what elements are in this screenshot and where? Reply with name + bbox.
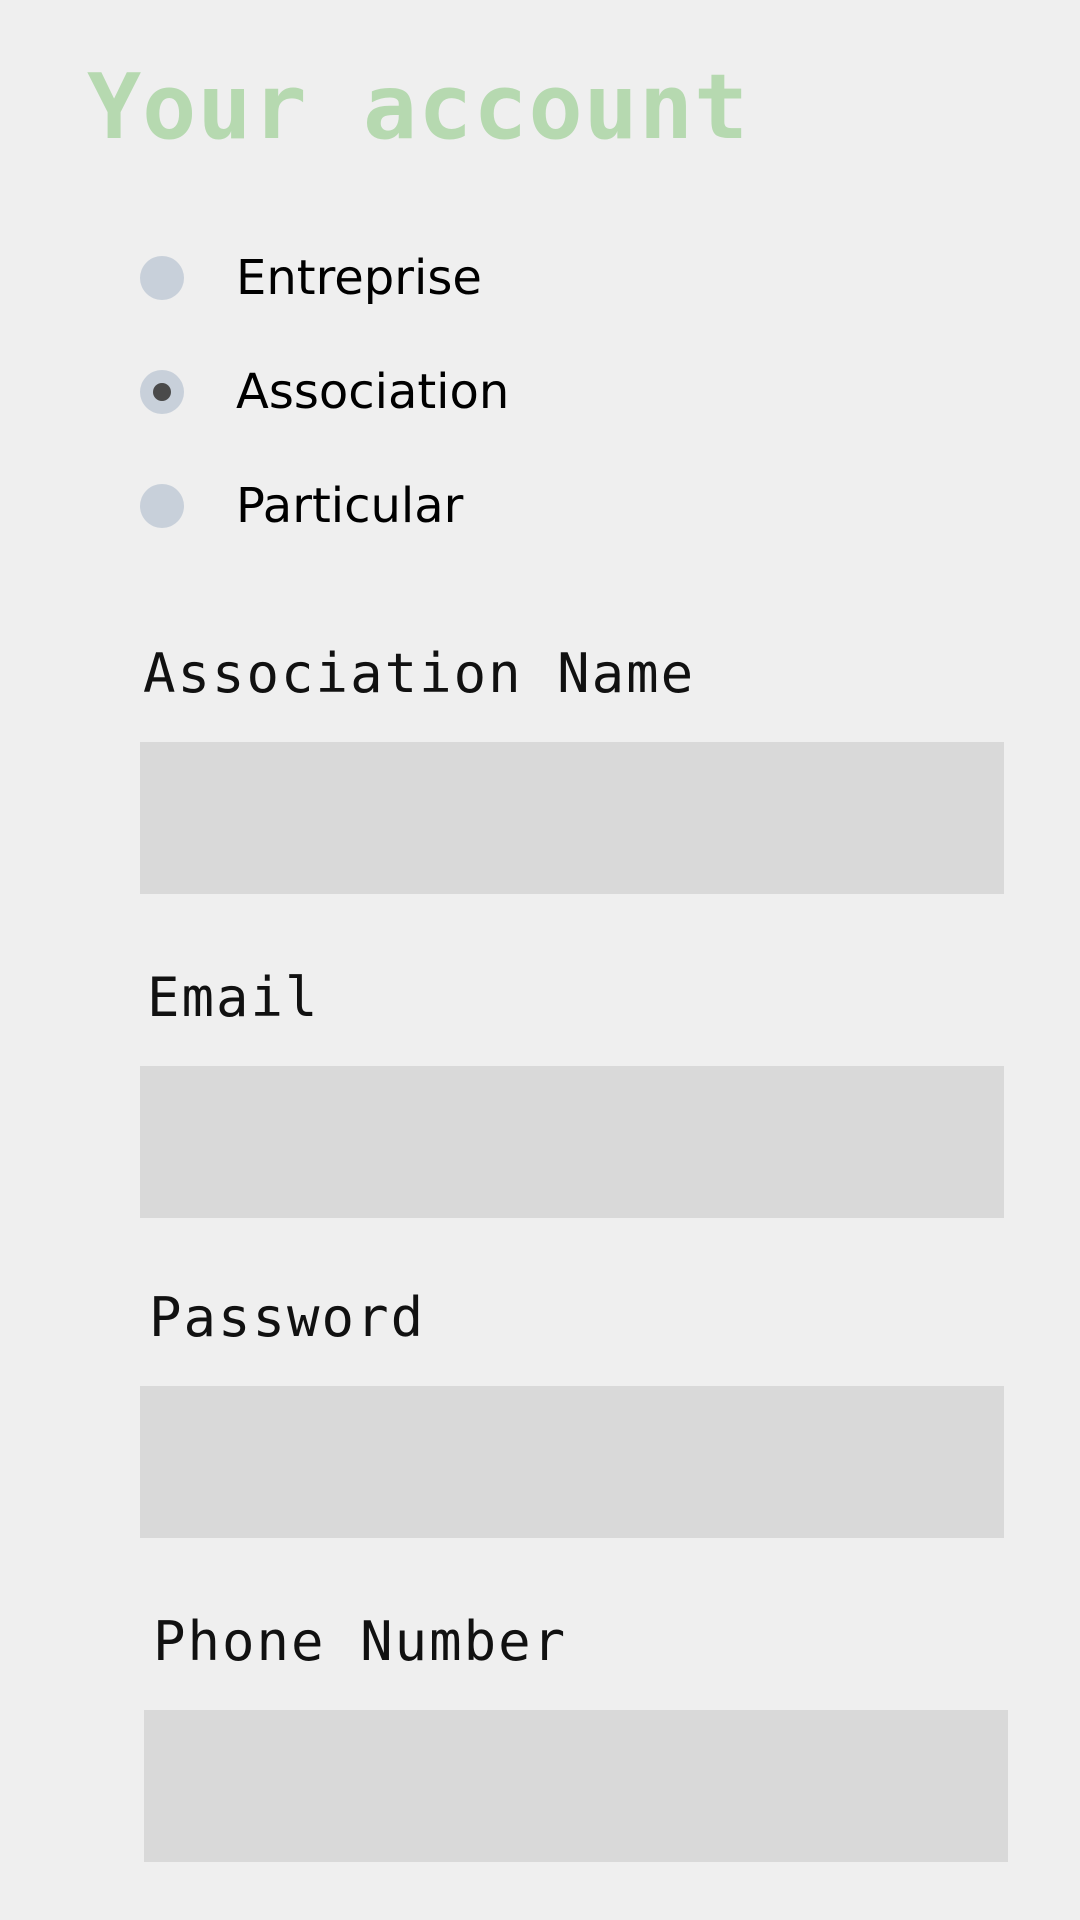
- association-name-input[interactable]: [140, 742, 1004, 894]
- radio-option-particular[interactable]: Particular: [140, 476, 640, 536]
- email-label: Email: [147, 966, 320, 1029]
- radio-button-association[interactable]: [140, 370, 184, 414]
- radio-button-particular[interactable]: [140, 484, 184, 528]
- radio-label-particular: Particular: [236, 478, 464, 534]
- radio-option-entreprise[interactable]: Entreprise: [140, 248, 640, 308]
- radio-option-association[interactable]: Association: [140, 362, 640, 422]
- radio-label-entreprise: Entreprise: [236, 250, 482, 306]
- password-input[interactable]: [140, 1386, 1004, 1538]
- phone-number-label: Phone Number: [153, 1610, 568, 1673]
- phone-number-input[interactable]: [144, 1710, 1008, 1862]
- radio-selected-indicator: [153, 383, 171, 401]
- page-title: Your account: [87, 55, 750, 160]
- radio-label-association: Association: [236, 364, 510, 420]
- password-label: Password: [149, 1286, 426, 1349]
- radio-button-entreprise[interactable]: [140, 256, 184, 300]
- email-input[interactable]: [140, 1066, 1004, 1218]
- association-name-label: Association Name: [143, 642, 696, 705]
